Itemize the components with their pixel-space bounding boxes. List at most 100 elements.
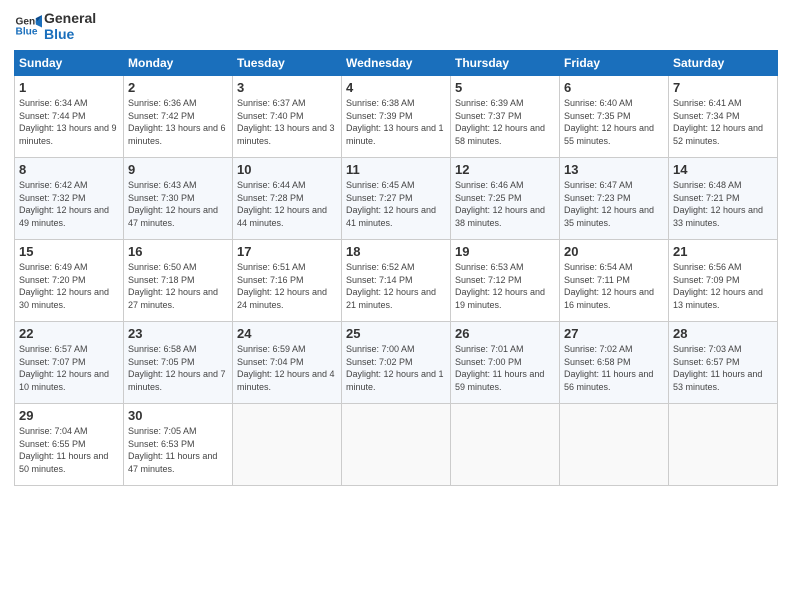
day-detail: Sunrise: 6:46 AMSunset: 7:25 PMDaylight:… <box>455 180 545 228</box>
calendar-cell: 18 Sunrise: 6:52 AMSunset: 7:14 PMDaylig… <box>342 240 451 322</box>
day-number: 22 <box>19 326 119 341</box>
calendar-cell <box>560 404 669 486</box>
calendar-cell: 20 Sunrise: 6:54 AMSunset: 7:11 PMDaylig… <box>560 240 669 322</box>
logo-general: General <box>44 10 96 26</box>
weekday-header-tuesday: Tuesday <box>233 51 342 76</box>
day-detail: Sunrise: 6:50 AMSunset: 7:18 PMDaylight:… <box>128 262 218 310</box>
day-number: 5 <box>455 80 555 95</box>
calendar-cell: 17 Sunrise: 6:51 AMSunset: 7:16 PMDaylig… <box>233 240 342 322</box>
day-detail: Sunrise: 6:48 AMSunset: 7:21 PMDaylight:… <box>673 180 763 228</box>
day-detail: Sunrise: 6:59 AMSunset: 7:04 PMDaylight:… <box>237 344 335 392</box>
weekday-header-monday: Monday <box>124 51 233 76</box>
calendar-week-5: 29 Sunrise: 7:04 AMSunset: 6:55 PMDaylig… <box>15 404 778 486</box>
calendar-week-2: 8 Sunrise: 6:42 AMSunset: 7:32 PMDayligh… <box>15 158 778 240</box>
day-detail: Sunrise: 6:41 AMSunset: 7:34 PMDaylight:… <box>673 98 763 146</box>
calendar-cell: 4 Sunrise: 6:38 AMSunset: 7:39 PMDayligh… <box>342 76 451 158</box>
day-number: 29 <box>19 408 119 423</box>
calendar-cell: 25 Sunrise: 7:00 AMSunset: 7:02 PMDaylig… <box>342 322 451 404</box>
page-header: General Blue General Blue <box>14 10 778 42</box>
day-detail: Sunrise: 6:37 AMSunset: 7:40 PMDaylight:… <box>237 98 335 146</box>
calendar-cell: 12 Sunrise: 6:46 AMSunset: 7:25 PMDaylig… <box>451 158 560 240</box>
day-number: 7 <box>673 80 773 95</box>
day-detail: Sunrise: 6:39 AMSunset: 7:37 PMDaylight:… <box>455 98 545 146</box>
calendar-cell <box>233 404 342 486</box>
weekday-header-thursday: Thursday <box>451 51 560 76</box>
calendar-cell: 3 Sunrise: 6:37 AMSunset: 7:40 PMDayligh… <box>233 76 342 158</box>
day-number: 8 <box>19 162 119 177</box>
calendar-cell: 1 Sunrise: 6:34 AMSunset: 7:44 PMDayligh… <box>15 76 124 158</box>
calendar-cell: 24 Sunrise: 6:59 AMSunset: 7:04 PMDaylig… <box>233 322 342 404</box>
day-number: 15 <box>19 244 119 259</box>
calendar-cell: 2 Sunrise: 6:36 AMSunset: 7:42 PMDayligh… <box>124 76 233 158</box>
day-number: 20 <box>564 244 664 259</box>
weekday-header-friday: Friday <box>560 51 669 76</box>
calendar-cell: 14 Sunrise: 6:48 AMSunset: 7:21 PMDaylig… <box>669 158 778 240</box>
calendar-body: 1 Sunrise: 6:34 AMSunset: 7:44 PMDayligh… <box>15 76 778 486</box>
day-number: 25 <box>346 326 446 341</box>
day-detail: Sunrise: 6:36 AMSunset: 7:42 PMDaylight:… <box>128 98 226 146</box>
calendar-cell: 28 Sunrise: 7:03 AMSunset: 6:57 PMDaylig… <box>669 322 778 404</box>
day-number: 18 <box>346 244 446 259</box>
day-number: 14 <box>673 162 773 177</box>
day-detail: Sunrise: 6:34 AMSunset: 7:44 PMDaylight:… <box>19 98 117 146</box>
calendar-cell: 10 Sunrise: 6:44 AMSunset: 7:28 PMDaylig… <box>233 158 342 240</box>
day-detail: Sunrise: 6:56 AMSunset: 7:09 PMDaylight:… <box>673 262 763 310</box>
day-detail: Sunrise: 6:44 AMSunset: 7:28 PMDaylight:… <box>237 180 327 228</box>
day-detail: Sunrise: 6:54 AMSunset: 7:11 PMDaylight:… <box>564 262 654 310</box>
day-number: 1 <box>19 80 119 95</box>
day-number: 11 <box>346 162 446 177</box>
day-number: 24 <box>237 326 337 341</box>
calendar-table: SundayMondayTuesdayWednesdayThursdayFrid… <box>14 50 778 486</box>
calendar-cell: 26 Sunrise: 7:01 AMSunset: 7:00 PMDaylig… <box>451 322 560 404</box>
calendar-cell: 15 Sunrise: 6:49 AMSunset: 7:20 PMDaylig… <box>15 240 124 322</box>
weekday-header-wednesday: Wednesday <box>342 51 451 76</box>
weekday-header-saturday: Saturday <box>669 51 778 76</box>
day-number: 9 <box>128 162 228 177</box>
calendar-week-1: 1 Sunrise: 6:34 AMSunset: 7:44 PMDayligh… <box>15 76 778 158</box>
calendar-cell <box>669 404 778 486</box>
day-detail: Sunrise: 6:49 AMSunset: 7:20 PMDaylight:… <box>19 262 109 310</box>
calendar-cell: 29 Sunrise: 7:04 AMSunset: 6:55 PMDaylig… <box>15 404 124 486</box>
day-number: 4 <box>346 80 446 95</box>
day-number: 21 <box>673 244 773 259</box>
day-detail: Sunrise: 6:52 AMSunset: 7:14 PMDaylight:… <box>346 262 436 310</box>
day-number: 3 <box>237 80 337 95</box>
weekday-header-row: SundayMondayTuesdayWednesdayThursdayFrid… <box>15 51 778 76</box>
calendar-week-3: 15 Sunrise: 6:49 AMSunset: 7:20 PMDaylig… <box>15 240 778 322</box>
day-detail: Sunrise: 6:57 AMSunset: 7:07 PMDaylight:… <box>19 344 109 392</box>
day-detail: Sunrise: 6:51 AMSunset: 7:16 PMDaylight:… <box>237 262 327 310</box>
calendar-cell: 8 Sunrise: 6:42 AMSunset: 7:32 PMDayligh… <box>15 158 124 240</box>
day-detail: Sunrise: 7:03 AMSunset: 6:57 PMDaylight:… <box>673 344 762 392</box>
day-number: 27 <box>564 326 664 341</box>
logo-blue: Blue <box>44 26 96 42</box>
day-number: 10 <box>237 162 337 177</box>
day-detail: Sunrise: 7:01 AMSunset: 7:00 PMDaylight:… <box>455 344 544 392</box>
day-detail: Sunrise: 6:45 AMSunset: 7:27 PMDaylight:… <box>346 180 436 228</box>
day-number: 2 <box>128 80 228 95</box>
day-detail: Sunrise: 6:42 AMSunset: 7:32 PMDaylight:… <box>19 180 109 228</box>
calendar-cell: 23 Sunrise: 6:58 AMSunset: 7:05 PMDaylig… <box>124 322 233 404</box>
calendar-cell: 7 Sunrise: 6:41 AMSunset: 7:34 PMDayligh… <box>669 76 778 158</box>
calendar-cell: 11 Sunrise: 6:45 AMSunset: 7:27 PMDaylig… <box>342 158 451 240</box>
day-detail: Sunrise: 6:38 AMSunset: 7:39 PMDaylight:… <box>346 98 444 146</box>
day-number: 26 <box>455 326 555 341</box>
day-number: 19 <box>455 244 555 259</box>
logo-icon: General Blue <box>14 12 42 40</box>
day-number: 17 <box>237 244 337 259</box>
day-detail: Sunrise: 7:04 AMSunset: 6:55 PMDaylight:… <box>19 426 108 474</box>
day-detail: Sunrise: 7:05 AMSunset: 6:53 PMDaylight:… <box>128 426 217 474</box>
calendar-week-4: 22 Sunrise: 6:57 AMSunset: 7:07 PMDaylig… <box>15 322 778 404</box>
day-number: 28 <box>673 326 773 341</box>
day-detail: Sunrise: 6:47 AMSunset: 7:23 PMDaylight:… <box>564 180 654 228</box>
day-number: 16 <box>128 244 228 259</box>
calendar-cell: 16 Sunrise: 6:50 AMSunset: 7:18 PMDaylig… <box>124 240 233 322</box>
calendar-cell: 30 Sunrise: 7:05 AMSunset: 6:53 PMDaylig… <box>124 404 233 486</box>
day-detail: Sunrise: 7:00 AMSunset: 7:02 PMDaylight:… <box>346 344 444 392</box>
svg-text:Blue: Blue <box>16 27 38 38</box>
calendar-cell: 27 Sunrise: 7:02 AMSunset: 6:58 PMDaylig… <box>560 322 669 404</box>
day-detail: Sunrise: 6:40 AMSunset: 7:35 PMDaylight:… <box>564 98 654 146</box>
calendar-cell: 9 Sunrise: 6:43 AMSunset: 7:30 PMDayligh… <box>124 158 233 240</box>
day-number: 12 <box>455 162 555 177</box>
logo: General Blue General Blue <box>14 10 96 42</box>
day-number: 30 <box>128 408 228 423</box>
